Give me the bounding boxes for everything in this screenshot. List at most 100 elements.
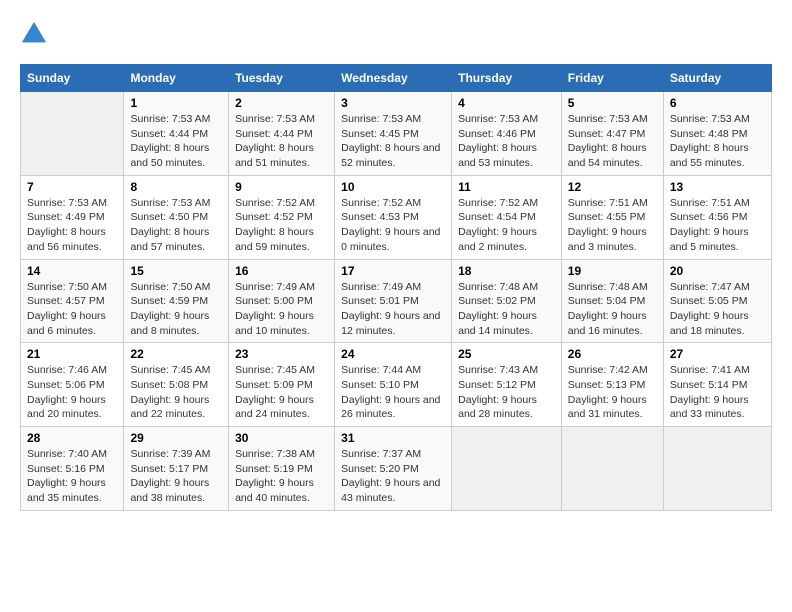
day-info: Sunrise: 7:52 AMSunset: 4:52 PMDaylight:…: [235, 196, 328, 255]
day-number: 8: [130, 180, 222, 194]
day-number: 21: [27, 347, 117, 361]
calendar-cell: 12 Sunrise: 7:51 AMSunset: 4:55 PMDayligh…: [561, 175, 663, 259]
calendar-header-row: SundayMondayTuesdayWednesdayThursdayFrid…: [21, 65, 772, 92]
logo: [20, 20, 52, 48]
day-number: 18: [458, 264, 555, 278]
calendar-cell: 24 Sunrise: 7:44 AMSunset: 5:10 PMDayligh…: [335, 343, 452, 427]
calendar-cell: [561, 427, 663, 511]
column-header-tuesday: Tuesday: [229, 65, 335, 92]
day-number: 28: [27, 431, 117, 445]
calendar-cell: 13 Sunrise: 7:51 AMSunset: 4:56 PMDayligh…: [663, 175, 771, 259]
day-number: 22: [130, 347, 222, 361]
day-number: 31: [341, 431, 445, 445]
day-number: 1: [130, 96, 222, 110]
calendar-cell: 11Sunrise: 7:52 AMSunset: 4:54 PMDayligh…: [452, 175, 562, 259]
day-number: 3: [341, 96, 445, 110]
calendar-cell: 29 Sunrise: 7:39 AMSunset: 5:17 PMDayligh…: [124, 427, 229, 511]
day-info: Sunrise: 7:45 AMSunset: 5:09 PMDaylight:…: [235, 363, 328, 422]
page-header: [20, 20, 772, 48]
calendar-table: SundayMondayTuesdayWednesdayThursdayFrid…: [20, 64, 772, 511]
day-number: 25: [458, 347, 555, 361]
calendar-cell: 4 Sunrise: 7:53 AMSunset: 4:46 PMDaylight…: [452, 92, 562, 176]
calendar-cell: [21, 92, 124, 176]
day-info: Sunrise: 7:51 AMSunset: 4:55 PMDaylight:…: [568, 196, 657, 255]
calendar-cell: 7Sunrise: 7:53 AMSunset: 4:49 PMDaylight…: [21, 175, 124, 259]
calendar-cell: 28 Sunrise: 7:40 AMSunset: 5:16 PMDayligh…: [21, 427, 124, 511]
day-number: 10: [341, 180, 445, 194]
day-number: 17: [341, 264, 445, 278]
day-number: 13: [670, 180, 765, 194]
day-number: 2: [235, 96, 328, 110]
day-info: Sunrise: 7:44 AMSunset: 5:10 PMDaylight:…: [341, 363, 445, 422]
calendar-cell: 20 Sunrise: 7:47 AMSunset: 5:05 PMDayligh…: [663, 259, 771, 343]
calendar-cell: 17 Sunrise: 7:49 AMSunset: 5:01 PMDayligh…: [335, 259, 452, 343]
calendar-cell: 3 Sunrise: 7:53 AMSunset: 4:45 PMDaylight…: [335, 92, 452, 176]
calendar-cell: 22Sunrise: 7:45 AMSunset: 5:08 PMDayligh…: [124, 343, 229, 427]
day-number: 4: [458, 96, 555, 110]
day-info: Sunrise: 7:49 AMSunset: 5:00 PMDaylight:…: [235, 280, 328, 339]
day-info: Sunrise: 7:53 AMSunset: 4:49 PMDaylight:…: [27, 196, 117, 255]
column-header-thursday: Thursday: [452, 65, 562, 92]
calendar-cell: 2Sunrise: 7:53 AMSunset: 4:44 PMDaylight…: [229, 92, 335, 176]
day-info: Sunrise: 7:41 AMSunset: 5:14 PMDaylight:…: [670, 363, 765, 422]
calendar-cell: 19 Sunrise: 7:48 AMSunset: 5:04 PMDayligh…: [561, 259, 663, 343]
day-number: 14: [27, 264, 117, 278]
column-header-friday: Friday: [561, 65, 663, 92]
day-info: Sunrise: 7:53 AMSunset: 4:50 PMDaylight:…: [130, 196, 222, 255]
day-info: Sunrise: 7:48 AMSunset: 5:04 PMDaylight:…: [568, 280, 657, 339]
calendar-cell: 21 Sunrise: 7:46 AMSunset: 5:06 PMDayligh…: [21, 343, 124, 427]
day-number: 30: [235, 431, 328, 445]
calendar-cell: 9 Sunrise: 7:52 AMSunset: 4:52 PMDaylight…: [229, 175, 335, 259]
calendar-cell: 8 Sunrise: 7:53 AMSunset: 4:50 PMDaylight…: [124, 175, 229, 259]
calendar-cell: 23 Sunrise: 7:45 AMSunset: 5:09 PMDayligh…: [229, 343, 335, 427]
calendar-cell: 31 Sunrise: 7:37 AMSunset: 5:20 PMDayligh…: [335, 427, 452, 511]
day-info: Sunrise: 7:53 AMSunset: 4:45 PMDaylight:…: [341, 112, 445, 171]
calendar-cell: 18 Sunrise: 7:48 AMSunset: 5:02 PMDayligh…: [452, 259, 562, 343]
day-info: Sunrise: 7:43 AMSunset: 5:12 PMDaylight:…: [458, 363, 555, 422]
day-info: Sunrise: 7:46 AMSunset: 5:06 PMDaylight:…: [27, 363, 117, 422]
day-number: 16: [235, 264, 328, 278]
day-number: 24: [341, 347, 445, 361]
calendar-cell: 25 Sunrise: 7:43 AMSunset: 5:12 PMDayligh…: [452, 343, 562, 427]
day-number: 29: [130, 431, 222, 445]
day-info: Sunrise: 7:40 AMSunset: 5:16 PMDaylight:…: [27, 447, 117, 506]
day-info: Sunrise: 7:52 AMSunset: 4:54 PMDaylight:…: [458, 196, 555, 255]
day-number: 9: [235, 180, 328, 194]
day-info: Sunrise: 7:47 AMSunset: 5:05 PMDaylight:…: [670, 280, 765, 339]
day-number: 6: [670, 96, 765, 110]
calendar-cell: 6 Sunrise: 7:53 AMSunset: 4:48 PMDaylight…: [663, 92, 771, 176]
calendar-cell: 5Sunrise: 7:53 AMSunset: 4:47 PMDaylight…: [561, 92, 663, 176]
day-info: Sunrise: 7:51 AMSunset: 4:56 PMDaylight:…: [670, 196, 765, 255]
calendar-cell: 10 Sunrise: 7:52 AMSunset: 4:53 PMDayligh…: [335, 175, 452, 259]
day-number: 27: [670, 347, 765, 361]
column-header-saturday: Saturday: [663, 65, 771, 92]
day-info: Sunrise: 7:52 AMSunset: 4:53 PMDaylight:…: [341, 196, 445, 255]
day-number: 23: [235, 347, 328, 361]
day-number: 12: [568, 180, 657, 194]
day-number: 5: [568, 96, 657, 110]
day-number: 15: [130, 264, 222, 278]
day-info: Sunrise: 7:53 AMSunset: 4:46 PMDaylight:…: [458, 112, 555, 171]
day-info: Sunrise: 7:39 AMSunset: 5:17 PMDaylight:…: [130, 447, 222, 506]
calendar-cell: 1 Sunrise: 7:53 AMSunset: 4:44 PMDaylight…: [124, 92, 229, 176]
column-header-sunday: Sunday: [21, 65, 124, 92]
day-info: Sunrise: 7:53 AMSunset: 4:44 PMDaylight:…: [130, 112, 222, 171]
column-header-wednesday: Wednesday: [335, 65, 452, 92]
day-info: Sunrise: 7:38 AMSunset: 5:19 PMDaylight:…: [235, 447, 328, 506]
calendar-cell: [452, 427, 562, 511]
calendar-week-row: 28 Sunrise: 7:40 AMSunset: 5:16 PMDayligh…: [21, 427, 772, 511]
day-info: Sunrise: 7:50 AMSunset: 4:57 PMDaylight:…: [27, 280, 117, 339]
day-info: Sunrise: 7:53 AMSunset: 4:48 PMDaylight:…: [670, 112, 765, 171]
day-number: 19: [568, 264, 657, 278]
calendar-week-row: 7Sunrise: 7:53 AMSunset: 4:49 PMDaylight…: [21, 175, 772, 259]
calendar-week-row: 1 Sunrise: 7:53 AMSunset: 4:44 PMDaylight…: [21, 92, 772, 176]
calendar-cell: [663, 427, 771, 511]
calendar-week-row: 21 Sunrise: 7:46 AMSunset: 5:06 PMDayligh…: [21, 343, 772, 427]
calendar-cell: 27 Sunrise: 7:41 AMSunset: 5:14 PMDayligh…: [663, 343, 771, 427]
calendar-week-row: 14 Sunrise: 7:50 AMSunset: 4:57 PMDayligh…: [21, 259, 772, 343]
logo-icon: [20, 20, 48, 48]
day-info: Sunrise: 7:49 AMSunset: 5:01 PMDaylight:…: [341, 280, 445, 339]
day-number: 20: [670, 264, 765, 278]
day-info: Sunrise: 7:48 AMSunset: 5:02 PMDaylight:…: [458, 280, 555, 339]
day-info: Sunrise: 7:37 AMSunset: 5:20 PMDaylight:…: [341, 447, 445, 506]
